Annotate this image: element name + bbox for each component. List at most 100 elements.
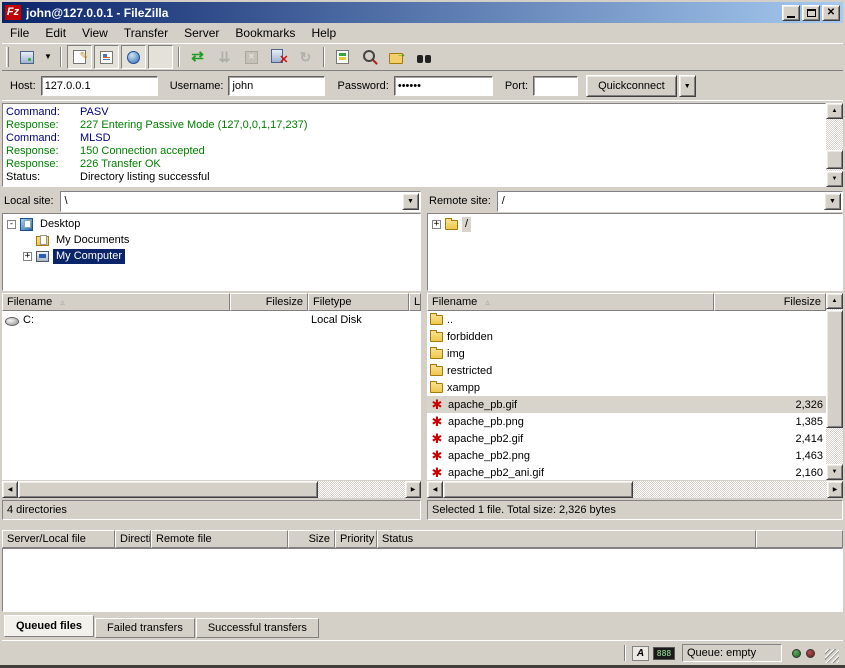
cancel-operation-icon: ✕: [245, 51, 258, 64]
tab-failed-transfers[interactable]: Failed transfers: [95, 618, 195, 638]
file-row-xampp[interactable]: xampp: [427, 379, 826, 396]
column-header-filesize[interactable]: Filesize: [714, 293, 826, 311]
menu-item-transfer[interactable]: Transfer: [116, 24, 176, 42]
toggle-remote-tree-icon: [127, 51, 140, 64]
username-input[interactable]: [228, 76, 325, 96]
file-row-restricted[interactable]: restricted: [427, 362, 826, 379]
site-manager-button[interactable]: [14, 45, 39, 69]
scroll-up-button[interactable]: ▲: [826, 103, 843, 119]
password-label: Password:: [337, 80, 388, 92]
file-row-apache-pb2-png[interactable]: apache_pb2.png1,463: [427, 447, 826, 464]
quickconnect-dropdown-button[interactable]: ▼: [679, 75, 696, 97]
file-name: img: [447, 348, 465, 360]
column-header-filetype[interactable]: Filetype: [308, 293, 409, 311]
host-input[interactable]: [41, 76, 158, 96]
port-input[interactable]: [533, 76, 578, 96]
scroll-thumb[interactable]: [18, 481, 318, 498]
tree-expander-plus-icon[interactable]: +: [432, 220, 441, 229]
toggle-local-tree-button[interactable]: [94, 45, 119, 69]
local-site-combo[interactable]: \ ▼: [60, 191, 421, 212]
filter-button[interactable]: [330, 45, 355, 69]
synchronized-browsing-button[interactable]: [384, 45, 409, 69]
file-row-apache-pb2-ani-gif[interactable]: apache_pb2_ani.gif2,160: [427, 464, 826, 480]
column-header-priority[interactable]: Priority: [335, 530, 377, 548]
column-header-server-local-file[interactable]: Server/Local file: [2, 530, 115, 548]
menu-item-bookmarks[interactable]: Bookmarks: [227, 24, 303, 42]
remote-site-dropdown-button[interactable]: ▼: [824, 193, 841, 210]
tab-successful-transfers[interactable]: Successful transfers: [196, 618, 319, 638]
find-files-button[interactable]: [411, 45, 436, 69]
transfer-queue-panel: Server/Local fileDirecti...Remote fileSi…: [2, 528, 843, 640]
chevron-down-icon: ▼: [829, 198, 836, 205]
reconnect-button[interactable]: ↻: [293, 45, 318, 69]
tree-item-item[interactable]: +/: [428, 216, 842, 232]
site-manager-dropdown-button[interactable]: ▼: [41, 45, 55, 69]
local-site-dropdown-button[interactable]: ▼: [402, 193, 419, 210]
column-header-filename[interactable]: Filename▵: [2, 293, 230, 311]
column-header-remote-file[interactable]: Remote file: [151, 530, 288, 548]
title-bar[interactable]: Fz john@127.0.0.1 - FileZilla ✕: [2, 2, 843, 23]
remote-vertical-scrollbar[interactable]: ▲ ▼: [826, 293, 843, 480]
reconnect-icon: ↻: [297, 49, 315, 65]
close-button[interactable]: ✕: [822, 5, 840, 21]
tree-expander-plus-icon[interactable]: +: [23, 252, 32, 261]
file-row-img[interactable]: img: [427, 345, 826, 362]
column-header-l[interactable]: L: [409, 293, 421, 311]
scroll-left-button[interactable]: ◀: [427, 481, 443, 498]
tree-expander-minus-icon[interactable]: -: [7, 220, 16, 229]
scroll-right-button[interactable]: ▶: [405, 481, 421, 498]
drive-icon: [5, 317, 19, 326]
tree-item-my-computer[interactable]: +My Computer: [3, 248, 420, 264]
tree-item-desktop[interactable]: -Desktop: [3, 216, 420, 232]
maximize-button[interactable]: [802, 5, 820, 21]
scroll-up-button[interactable]: ▲: [826, 293, 843, 309]
password-input[interactable]: [394, 76, 493, 96]
menu-item-server[interactable]: Server: [176, 24, 227, 42]
scroll-thumb[interactable]: [826, 310, 843, 428]
remote-horizontal-scrollbar[interactable]: ◀ ▶: [427, 481, 843, 498]
file-row-item[interactable]: ..: [427, 311, 826, 328]
tree-item-label: My Documents: [53, 233, 132, 248]
minimize-button[interactable]: [782, 5, 800, 21]
toggle-queue-button[interactable]: [148, 45, 173, 69]
column-header-filename[interactable]: Filename▵: [427, 293, 714, 311]
column-header-label: Filename: [7, 296, 52, 308]
scroll-right-button[interactable]: ▶: [827, 481, 843, 498]
column-header-status[interactable]: Status: [377, 530, 756, 548]
scroll-down-button[interactable]: ▼: [826, 464, 843, 480]
scroll-thumb[interactable]: [443, 481, 633, 498]
scroll-thumb[interactable]: [826, 150, 843, 169]
scroll-left-button[interactable]: ◀: [2, 481, 18, 498]
file-row-apache-pb2-gif[interactable]: apache_pb2.gif2,414: [427, 430, 826, 447]
toggle-remote-tree-button[interactable]: [121, 45, 146, 69]
quickconnect-button[interactable]: Quickconnect: [586, 75, 677, 97]
menu-item-help[interactable]: Help: [303, 24, 344, 42]
tree-item-my-documents[interactable]: My Documents: [3, 232, 420, 248]
column-header-directi[interactable]: Directi...: [115, 530, 151, 548]
menu-item-file[interactable]: File: [2, 24, 37, 42]
file-row-forbidden[interactable]: forbidden: [427, 328, 826, 345]
cancel-operation-button[interactable]: ✕: [239, 45, 264, 69]
disconnect-button[interactable]: [266, 45, 291, 69]
local-horizontal-scrollbar[interactable]: ◀ ▶: [2, 481, 421, 498]
menu-item-view[interactable]: View: [74, 24, 116, 42]
file-row-apache-pb-png[interactable]: apache_pb.png1,385: [427, 413, 826, 430]
directory-comparison-button[interactable]: [357, 45, 382, 69]
file-row-apache-pb-gif[interactable]: apache_pb.gif2,326: [427, 396, 826, 413]
menu-item-edit[interactable]: Edit: [37, 24, 74, 42]
log-vertical-scrollbar[interactable]: ▲ ▼: [826, 103, 843, 187]
remote-site-combo[interactable]: / ▼: [497, 191, 843, 212]
close-icon: ✕: [827, 8, 835, 18]
refresh-button[interactable]: ⇄: [185, 45, 210, 69]
column-header-filesize[interactable]: Filesize: [230, 293, 308, 311]
toggle-message-log-button[interactable]: [67, 45, 92, 69]
tab-queued-files[interactable]: Queued files: [4, 615, 94, 637]
resize-grip[interactable]: [825, 649, 839, 663]
username-label: Username:: [170, 80, 224, 92]
column-header-size[interactable]: Size: [288, 530, 335, 548]
log-message: 150 Connection accepted: [80, 145, 205, 158]
scroll-down-button[interactable]: ▼: [826, 171, 843, 187]
file-row-c[interactable]: C:Local Disk: [2, 311, 421, 328]
process-queue-button[interactable]: ⇊: [212, 45, 237, 69]
file-size: [230, 311, 308, 328]
